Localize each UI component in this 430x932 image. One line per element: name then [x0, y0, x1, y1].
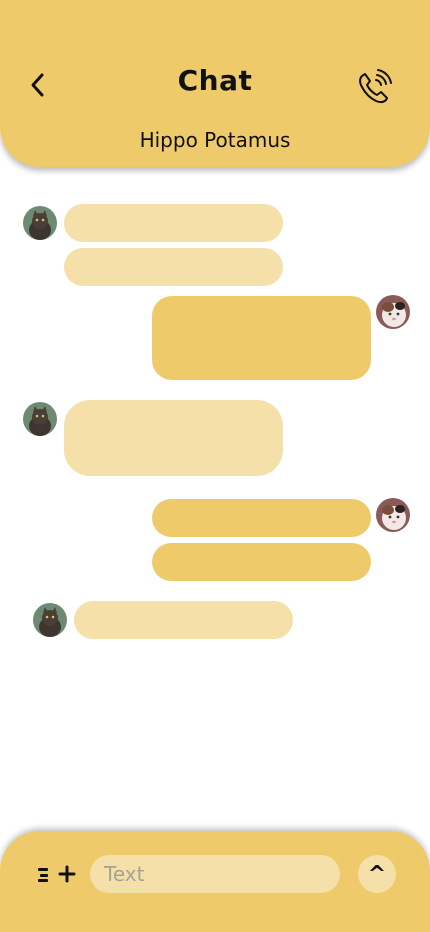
plus-icon — [58, 865, 76, 883]
menu-icon — [38, 868, 48, 871]
message-bubble-incoming[interactable] — [64, 204, 283, 242]
contact-avatar — [33, 603, 67, 637]
message-bubble-outgoing[interactable] — [152, 296, 371, 380]
message-composer: ^ — [0, 831, 430, 932]
user-avatar — [376, 295, 410, 329]
send-button[interactable]: ^ — [358, 855, 396, 893]
message-bubble-incoming[interactable] — [64, 400, 283, 476]
call-button[interactable] — [354, 66, 396, 106]
message-bubble-incoming[interactable] — [64, 248, 283, 286]
add-attachment-button[interactable] — [58, 861, 78, 887]
message-bubble-outgoing[interactable] — [152, 499, 371, 537]
contact-avatar — [23, 402, 57, 436]
chat-header: Chat Hippo Potamus — [0, 0, 430, 167]
message-bubble-outgoing[interactable] — [152, 543, 371, 581]
message-input[interactable] — [90, 855, 340, 893]
contact-name: Hippo Potamus — [139, 128, 291, 152]
message-bubble-incoming[interactable] — [74, 601, 293, 639]
phone-call-icon — [359, 69, 392, 104]
user-avatar — [376, 498, 410, 532]
menu-button[interactable] — [32, 866, 48, 884]
contact-avatar — [23, 206, 57, 240]
